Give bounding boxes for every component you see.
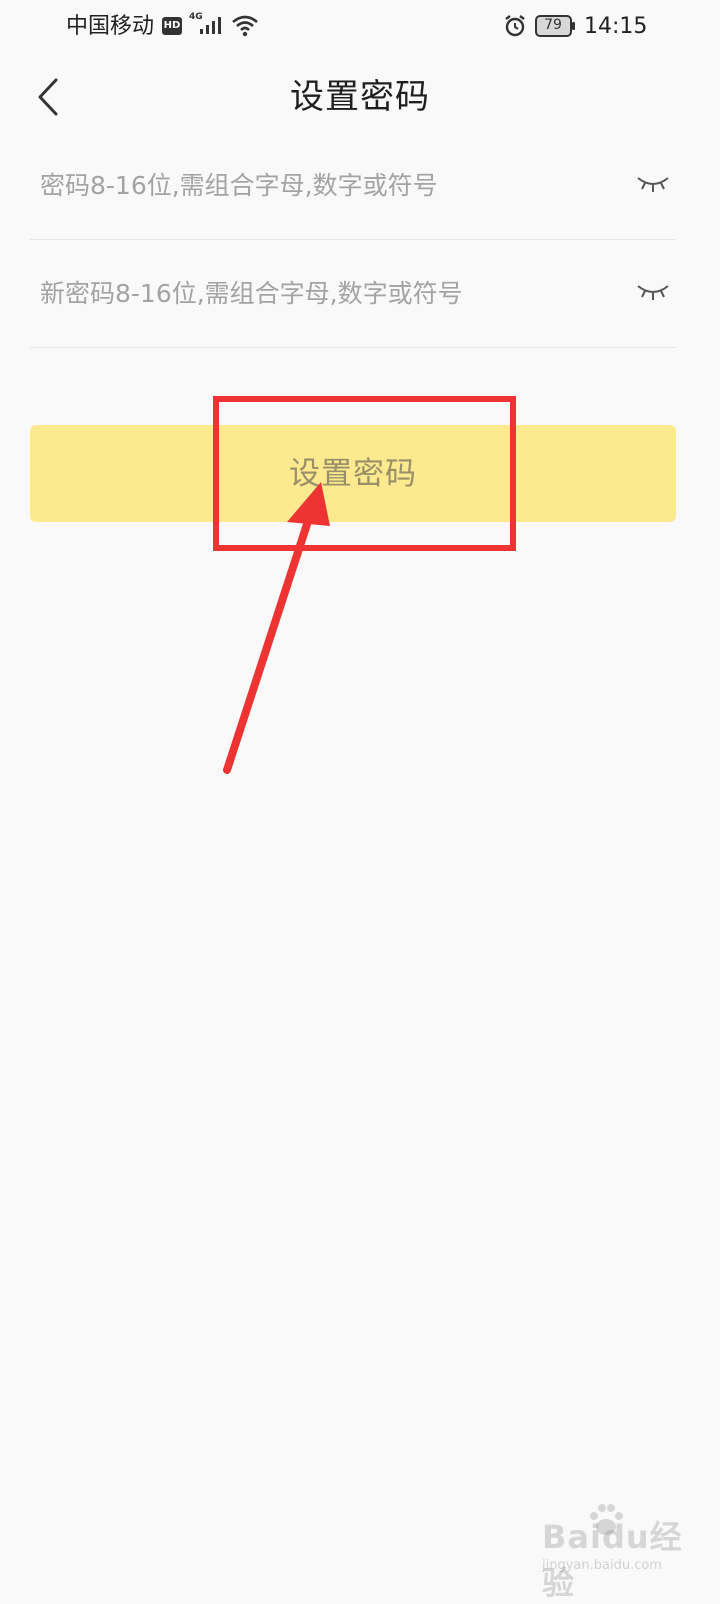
new-password-input[interactable] [30, 239, 630, 347]
new-password-field-row [30, 239, 676, 348]
page-title: 设置密码 [290, 77, 430, 117]
password-input[interactable] [30, 131, 630, 239]
eye-closed-icon[interactable] [636, 173, 670, 195]
carrier-name: 中国移动 [66, 14, 155, 39]
alarm-icon [505, 15, 525, 37]
eye-closed-icon[interactable] [636, 281, 670, 303]
watermark-url: jingyan.baidu.com [542, 1558, 662, 1573]
clock: 14:15 [584, 14, 648, 39]
status-bar: 中国移动 HD 4G 79 14:15 [0, 0, 720, 54]
set-password-button[interactable]: 设置密码 [30, 425, 676, 522]
baidu-jingyan-watermark: Baidu经验 jingyan.baidu.com [538, 1500, 708, 1602]
password-field-row [30, 131, 676, 240]
wifi-icon [232, 15, 258, 37]
battery-level: 79 [544, 17, 562, 33]
hd-badge: HD [162, 17, 182, 35]
watermark-text: Baidu经验 [542, 1518, 683, 1602]
paw-logo-icon [590, 1504, 623, 1535]
signal-icon [200, 17, 221, 34]
